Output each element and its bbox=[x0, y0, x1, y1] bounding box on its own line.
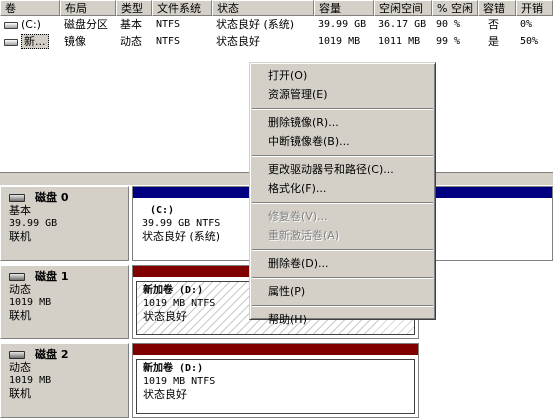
volume-fs-cell: NTFS bbox=[156, 36, 181, 47]
menu-item-properties[interactable]: 属性(P) bbox=[250, 282, 435, 301]
column-header-pct-free[interactable]: % 空闲 bbox=[432, 0, 478, 16]
menu-item-repair-volume: 修复卷(V)... bbox=[268, 210, 328, 223]
disk-info-0[interactable]: 磁盘 0 基本 39.99 GB 联机 bbox=[0, 186, 129, 261]
volume-name-cell: (C:) bbox=[0, 16, 60, 34]
column-header-filesystem[interactable]: 文件系统 bbox=[152, 0, 212, 16]
partition-d-disk2[interactable]: 新加卷 (D:) 1019 MB NTFS 状态良好 bbox=[132, 343, 419, 418]
volume-overhead-cell: 0% bbox=[520, 19, 533, 30]
column-header-volume[interactable]: 卷 bbox=[0, 0, 60, 16]
disk-type: 动态 bbox=[9, 283, 31, 296]
menu-item-help[interactable]: 帮助(H) bbox=[250, 310, 435, 329]
volume-fault-tolerance-cell: 是 bbox=[488, 35, 499, 48]
volume-pct-free-cell: 99 % bbox=[436, 36, 461, 47]
disk-title-line: 磁盘 1 bbox=[9, 270, 128, 283]
disk-info-2[interactable]: 磁盘 2 动态 1019 MB 联机 bbox=[0, 343, 129, 418]
column-header-capacity[interactable]: 容量 bbox=[314, 0, 374, 16]
volume-icon bbox=[4, 21, 18, 29]
disk-icon bbox=[9, 194, 25, 202]
context-menu: 打开(O) 资源管理(E) 删除镜像(R)... 中断镜像卷(B)... 更改驱… bbox=[249, 62, 436, 326]
disk-row-2: 磁盘 2 动态 1019 MB 联机 新加卷 (D:) 1019 MB NTFS… bbox=[0, 343, 553, 418]
disk-icon bbox=[9, 273, 25, 281]
partition-color-bar bbox=[133, 344, 418, 355]
disk-title-line: 磁盘 2 bbox=[9, 348, 128, 361]
menu-item-reactivate-volume: 重新激活卷(A) bbox=[268, 229, 340, 242]
volume-capacity-cell: 39.99 GB bbox=[318, 19, 367, 30]
volume-pct-free-cell: 90 % bbox=[436, 19, 461, 30]
volume-name-cell: 新... bbox=[0, 33, 60, 51]
menu-item-explore[interactable]: 资源管理(E) bbox=[250, 85, 435, 104]
menu-separator bbox=[250, 301, 435, 310]
volume-status-cell: 状态良好 (系统) bbox=[216, 18, 295, 31]
partition-name: 新加卷 (D:) bbox=[143, 363, 204, 374]
disk-icon bbox=[9, 351, 25, 359]
volume-layout-cell: 镜像 bbox=[64, 35, 86, 48]
volume-free-cell: 1011 MB bbox=[378, 36, 421, 47]
partition-status: 状态良好 bbox=[143, 388, 187, 401]
column-header-type[interactable]: 类型 bbox=[116, 0, 152, 16]
menu-separator bbox=[250, 151, 435, 160]
menu-item-change-drive-letter[interactable]: 更改驱动器号和路径(C)... bbox=[250, 160, 435, 179]
volume-type-cell: 基本 bbox=[120, 18, 142, 31]
column-header-layout[interactable]: 布局 bbox=[60, 0, 116, 16]
disk-state: 联机 bbox=[9, 309, 31, 322]
volume-name: 新... bbox=[21, 34, 49, 49]
volume-free-cell: 36.17 GB bbox=[378, 19, 427, 30]
volume-fs-cell: NTFS bbox=[156, 19, 181, 30]
disk-type: 动态 bbox=[9, 361, 31, 374]
volume-status-cell: 状态良好 bbox=[216, 35, 260, 48]
menu-item-format[interactable]: 格式化(F)... bbox=[250, 179, 435, 198]
disk-state: 联机 bbox=[9, 387, 31, 400]
volume-fault-tolerance-cell: 否 bbox=[488, 18, 499, 31]
disk-info-1[interactable]: 磁盘 1 动态 1019 MB 联机 bbox=[0, 265, 129, 339]
menu-separator bbox=[250, 273, 435, 282]
menu-item-delete-volume[interactable]: 删除卷(D)... bbox=[250, 254, 435, 273]
volume-row[interactable]: (C:) 磁盘分区 基本 NTFS 状态良好 (系统) 39.99 GB 36.… bbox=[0, 16, 553, 34]
disk-size: 1019 MB bbox=[9, 297, 52, 308]
disk-size: 39.99 GB bbox=[9, 218, 58, 229]
volume-icon bbox=[4, 38, 18, 46]
menu-item-break-mirror[interactable]: 中断镜像卷(B)... bbox=[250, 132, 435, 151]
volume-name: (C:) bbox=[21, 18, 41, 31]
column-header-status[interactable]: 状态 bbox=[212, 0, 314, 16]
volume-capacity-cell: 1019 MB bbox=[318, 36, 361, 47]
menu-separator bbox=[250, 198, 435, 207]
volume-type-cell: 动态 bbox=[120, 35, 142, 48]
disk-size: 1019 MB bbox=[9, 375, 52, 386]
disk-title-line: 磁盘 0 bbox=[9, 191, 128, 204]
disk-state: 联机 bbox=[9, 230, 31, 243]
disk-title: 磁盘 2 bbox=[35, 348, 69, 361]
volume-overhead-cell: 50% bbox=[520, 36, 539, 47]
menu-item-remove-mirror[interactable]: 删除镜像(R)... bbox=[250, 113, 435, 132]
column-header-free-space[interactable]: 空闲空间 bbox=[374, 0, 432, 16]
volume-row[interactable]: 新... 镜像 动态 NTFS 状态良好 1019 MB 1011 MB 99 … bbox=[0, 33, 553, 51]
menu-separator bbox=[250, 104, 435, 113]
column-header-fault-tolerance[interactable]: 容错 bbox=[478, 0, 516, 16]
volume-list-header: 卷 布局 类型 文件系统 状态 容量 空闲空间 % 空闲 容错 开销 bbox=[0, 0, 553, 16]
volume-layout-cell: 磁盘分区 bbox=[64, 18, 108, 31]
menu-separator bbox=[250, 245, 435, 254]
column-header-overhead[interactable]: 开销 bbox=[516, 0, 553, 16]
disk-title: 磁盘 1 bbox=[35, 270, 69, 283]
partition-body: 新加卷 (D:) 1019 MB NTFS 状态良好 bbox=[136, 359, 415, 414]
partition-info: 1019 MB NTFS bbox=[143, 376, 216, 387]
disk-title: 磁盘 0 bbox=[35, 191, 69, 204]
menu-item-open[interactable]: 打开(O) bbox=[250, 66, 435, 85]
disk-type: 基本 bbox=[9, 204, 31, 217]
